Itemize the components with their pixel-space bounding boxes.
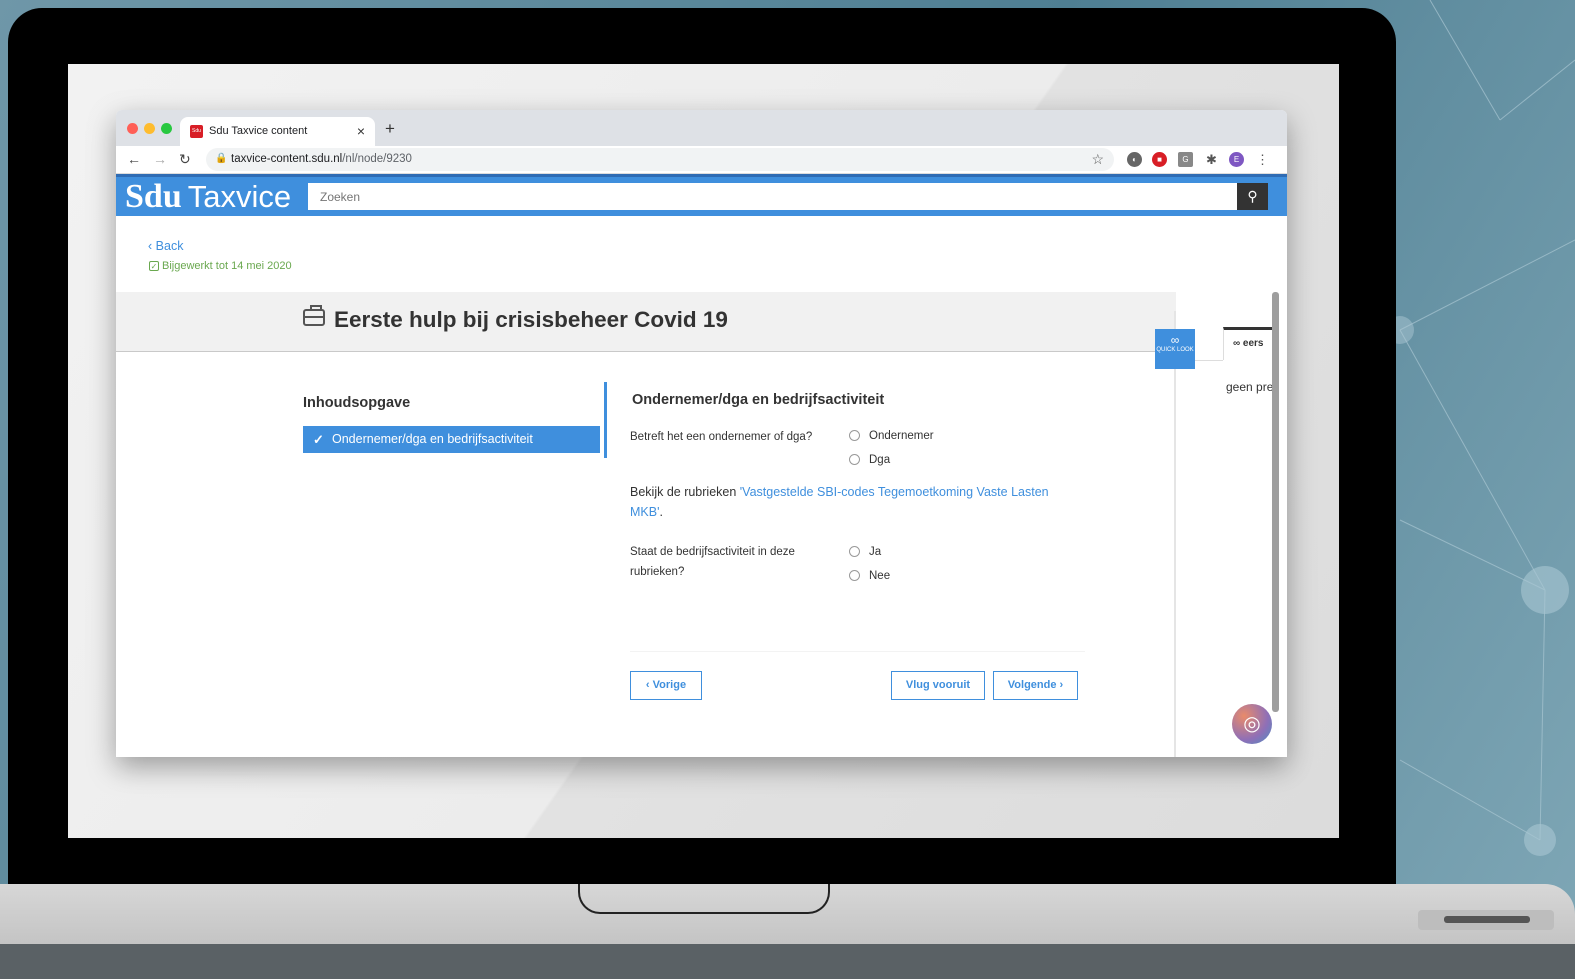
binoculars-icon: ∞: [1233, 338, 1241, 349]
info-text: Bekijk de rubrieken 'Vastgestelde SBI-co…: [630, 485, 1049, 519]
radio-circle: [849, 546, 860, 557]
side-text: geen pre: [1226, 380, 1274, 394]
tab-title: Sdu Taxvice content: [209, 125, 308, 137]
url-host: taxvice-content.sdu.nl: [231, 153, 343, 165]
close-window-button[interactable]: [127, 123, 138, 134]
laptop-slot: [1418, 910, 1554, 930]
radio-circle: [849, 570, 860, 581]
site-header: SduTaxvice ⚲: [116, 174, 1287, 216]
radio-nee[interactable]: Nee: [849, 570, 890, 582]
toc-item-ondernemer[interactable]: ✓ Ondernemer/dga en bedrijfsactiviteit: [303, 426, 600, 453]
puzzle-icon[interactable]: ✱: [1204, 152, 1219, 167]
menu-dots-icon[interactable]: ⋮: [1255, 152, 1270, 167]
sdu-favicon-icon: Sdu: [190, 125, 203, 138]
forward-arrow-icon[interactable]: →: [153, 151, 167, 167]
grammar-icon[interactable]: G: [1178, 152, 1193, 167]
address-bar: ← → ↻ 🔒 taxvice-content.sdu.nl/nl/node/9…: [116, 146, 1287, 174]
new-tab-icon[interactable]: +: [385, 119, 395, 139]
extension-icon[interactable]: ◐: [1127, 152, 1142, 167]
radio-dga[interactable]: Dga: [849, 454, 890, 466]
lock-icon: 🔒: [215, 153, 228, 164]
form-divider: [630, 651, 1085, 652]
updated-note: ✓ Bijgewerkt tot 14 mei 2020: [149, 260, 292, 272]
back-link[interactable]: ‹ Back: [148, 239, 183, 253]
check-icon: ✓: [149, 261, 159, 271]
laptop-foot: [0, 944, 1575, 979]
browser-window: Sdu Sdu Taxvice content × + ← → ↻ 🔒 taxv…: [116, 110, 1287, 757]
side-panel: ∞ eers geen pre: [1174, 311, 1278, 757]
radio-ja[interactable]: Ja: [849, 546, 881, 558]
briefcase-icon: [303, 305, 325, 326]
scrollbar[interactable]: [1272, 292, 1279, 712]
checkmark-icon: ✓: [313, 432, 324, 447]
toc-heading: Inhoudsopgave: [303, 395, 411, 411]
chevron-left-icon: ‹: [645, 679, 650, 691]
search-icon: ⚲: [1247, 188, 1258, 204]
close-icon[interactable]: ×: [357, 123, 365, 139]
quick-look-button[interactable]: ∞ QUICK LOOK: [1155, 329, 1195, 369]
back-arrow-icon[interactable]: ←: [127, 151, 141, 167]
laptop-hinge: [578, 884, 830, 914]
radio-ondernemer[interactable]: Ondernemer: [849, 430, 934, 442]
fingerprint-icon[interactable]: ◎: [1232, 704, 1272, 744]
fast-forward-button[interactable]: Vlug vooruit: [891, 671, 985, 700]
profile-avatar[interactable]: E: [1229, 152, 1244, 167]
section-title: Ondernemer/dga en bedrijfsactiviteit: [632, 392, 885, 408]
radio-circle: [849, 454, 860, 465]
adblock-icon[interactable]: ■: [1152, 152, 1167, 167]
chevron-right-icon: ›: [1059, 679, 1064, 691]
side-tab[interactable]: ∞ eers: [1223, 327, 1278, 360]
title-band: Eerste hulp bij crisisbeheer Covid 19: [116, 292, 1176, 352]
sdu-taxvice-logo[interactable]: Sdu Taxvice: [125, 178, 291, 216]
url-field[interactable]: 🔒 taxvice-content.sdu.nl/nl/node/9230 ☆: [206, 148, 1114, 171]
minimize-window-button[interactable]: [144, 123, 155, 134]
previous-button[interactable]: ‹ Vorige: [630, 671, 702, 700]
bookmark-star-icon[interactable]: ☆: [1091, 151, 1104, 168]
page-title: Eerste hulp bij crisisbeheer Covid 19: [334, 307, 728, 332]
tab-bar: Sdu Sdu Taxvice content × +: [116, 110, 1287, 146]
browser-tab[interactable]: Sdu Sdu Taxvice content ×: [180, 117, 375, 146]
radio-circle: [849, 430, 860, 441]
url-path: /nl/node/9230: [342, 153, 412, 165]
chevron-left-icon: ‹: [148, 239, 153, 253]
search-button[interactable]: ⚲: [1237, 183, 1268, 210]
binoculars-icon: ∞: [1170, 333, 1180, 347]
question-ondernemer-dga: Betreft het een ondernemer of dga?: [630, 431, 813, 443]
search-input[interactable]: [308, 183, 1237, 210]
toc-divider: [604, 382, 607, 458]
question-bedrijfsactiviteit: Staat de bedrijfsactiviteit in deze rubr…: [630, 546, 795, 578]
reload-icon[interactable]: ↻: [179, 151, 191, 168]
next-button[interactable]: Volgende ›: [993, 671, 1078, 700]
maximize-window-button[interactable]: [161, 123, 172, 134]
